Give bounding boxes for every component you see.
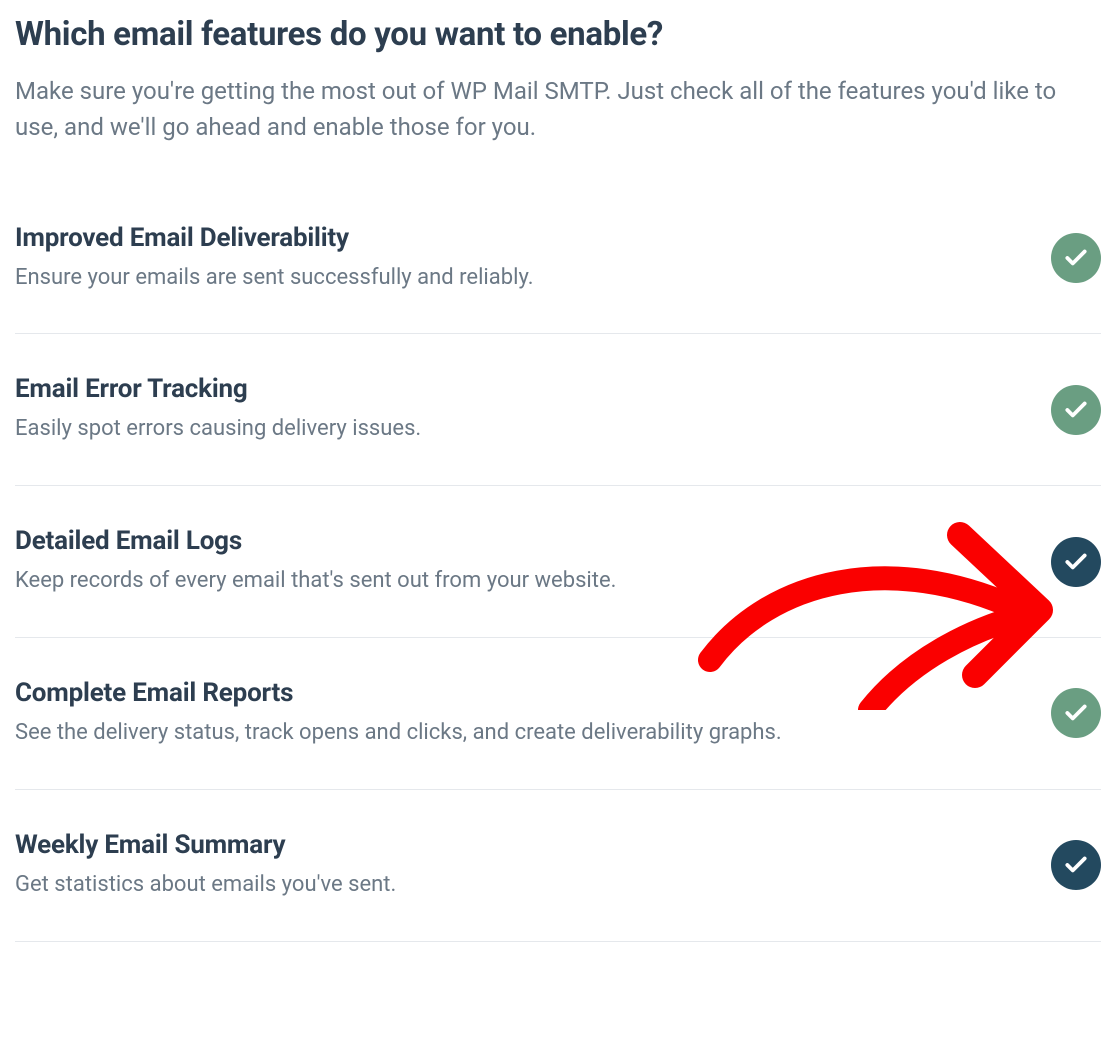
feature-row-error-tracking: Email Error Tracking Easily spot errors … — [15, 334, 1101, 486]
feature-row-deliverability: Improved Email Deliverability Ensure you… — [15, 223, 1101, 335]
feature-toggle-email-reports[interactable] — [1051, 688, 1101, 738]
feature-desc: Ensure your emails are sent successfully… — [15, 263, 1051, 294]
feature-row-email-logs: Detailed Email Logs Keep records of ever… — [15, 486, 1101, 638]
feature-title: Email Error Tracking — [15, 374, 1051, 404]
feature-text: Complete Email Reports See the delivery … — [15, 678, 1051, 749]
check-icon — [1063, 397, 1089, 423]
feature-title: Detailed Email Logs — [15, 526, 1051, 556]
feature-title: Improved Email Deliverability — [15, 223, 1051, 253]
feature-text: Weekly Email Summary Get statistics abou… — [15, 830, 1051, 901]
feature-toggle-error-tracking[interactable] — [1051, 385, 1101, 435]
check-icon — [1063, 852, 1089, 878]
feature-text: Email Error Tracking Easily spot errors … — [15, 374, 1051, 445]
feature-text: Improved Email Deliverability Ensure you… — [15, 223, 1051, 294]
feature-title: Complete Email Reports — [15, 678, 1051, 708]
check-icon — [1063, 700, 1089, 726]
feature-toggle-email-logs[interactable] — [1051, 537, 1101, 587]
feature-toggle-deliverability[interactable] — [1051, 233, 1101, 283]
feature-row-weekly-summary: Weekly Email Summary Get statistics abou… — [15, 790, 1101, 942]
feature-title: Weekly Email Summary — [15, 830, 1051, 860]
feature-desc: Keep records of every email that's sent … — [15, 566, 1051, 597]
feature-desc: Easily spot errors causing delivery issu… — [15, 414, 1051, 445]
feature-row-email-reports: Complete Email Reports See the delivery … — [15, 638, 1101, 790]
check-icon — [1063, 549, 1089, 575]
page-title: Which email features do you want to enab… — [15, 15, 1101, 55]
feature-desc: Get statistics about emails you've sent. — [15, 870, 1051, 901]
check-icon — [1063, 245, 1089, 271]
feature-text: Detailed Email Logs Keep records of ever… — [15, 526, 1051, 597]
feature-desc: See the delivery status, track opens and… — [15, 718, 1051, 749]
feature-toggle-weekly-summary[interactable] — [1051, 840, 1101, 890]
page-subtitle: Make sure you're getting the most out of… — [15, 73, 1065, 145]
